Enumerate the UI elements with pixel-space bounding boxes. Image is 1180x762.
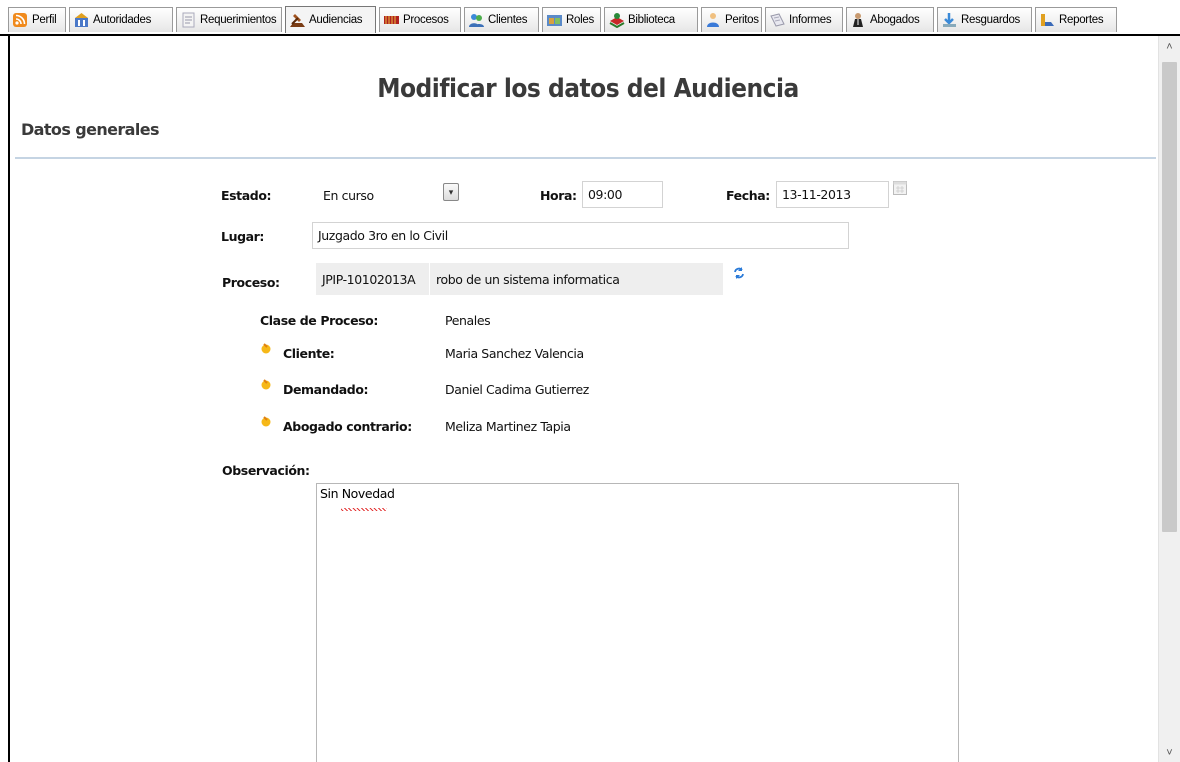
tab-informes[interactable]: Informes <box>765 7 843 32</box>
cliente-value: Maria Sanchez Valencia <box>445 346 584 361</box>
tab-audiencias[interactable]: Audiencias <box>285 6 376 33</box>
hammer-icon <box>289 12 306 28</box>
process-icon <box>383 12 400 28</box>
proceso-label: Proceso: <box>222 275 280 290</box>
rss-icon <box>12 12 29 28</box>
abogado-contrario-label: Abogado contrario: <box>283 419 412 434</box>
hora-input[interactable]: 09:00 <box>582 181 663 208</box>
tab-peritos[interactable]: Peritos <box>701 7 762 32</box>
estado-select[interactable]: En curso <box>323 188 448 214</box>
tab-requerimientos[interactable]: Requerimientos <box>176 7 282 32</box>
tab-roles[interactable]: Roles <box>542 7 601 32</box>
section-divider <box>15 157 1156 159</box>
hora-label: Hora: <box>540 188 577 203</box>
spellcheck-underline <box>341 508 387 511</box>
scroll-down-icon[interactable]: ˅ <box>1159 744 1180 762</box>
tab-clientes[interactable]: Clientes <box>464 7 539 32</box>
hand-bullet-icon <box>260 342 272 354</box>
proceso-description-field: robo de un sistema informatica <box>430 263 723 295</box>
roles-icon <box>546 12 563 28</box>
fecha-label: Fecha: <box>726 188 770 203</box>
scroll-up-icon[interactable]: ˄ <box>1159 38 1180 56</box>
tab-resguardos[interactable]: Resguardos <box>937 7 1032 32</box>
clients-icon <box>468 12 485 28</box>
tab-procesos[interactable]: Procesos <box>379 7 461 32</box>
demandado-label: Demandado: <box>283 382 369 397</box>
module-tab-bar: Perfil Autoridades Requerimientos Audien… <box>0 0 1180 36</box>
tab-abogados[interactable]: Abogados <box>846 7 934 32</box>
estado-label: Estado: <box>221 188 272 203</box>
lawyer-icon <box>850 12 867 28</box>
hand-bullet-icon <box>260 415 272 427</box>
lugar-input[interactable]: Juzgado 3ro en lo Civil <box>312 222 849 249</box>
tab-perfil[interactable]: Perfil <box>8 7 66 32</box>
tab-biblioteca[interactable]: Biblioteca <box>604 7 698 32</box>
estado-dropdown-arrow-icon[interactable]: ▾ <box>443 183 459 201</box>
clase-proceso-value: Penales <box>445 313 491 328</box>
clase-proceso-label: Clase de Proceso: <box>260 313 378 328</box>
observacion-label: Observación: <box>222 463 310 478</box>
tab-autoridades[interactable]: Autoridades <box>69 7 173 32</box>
cliente-label: Cliente: <box>283 346 335 361</box>
report-icon <box>769 12 786 28</box>
download-icon <box>941 12 958 28</box>
document-icon <box>180 12 197 28</box>
chart-icon <box>1039 12 1056 28</box>
expert-icon <box>705 12 722 28</box>
scrollbar-thumb[interactable] <box>1162 62 1177 532</box>
observacion-textarea[interactable]: Sin Novedad <box>316 483 959 762</box>
hand-bullet-icon <box>260 378 272 390</box>
proceso-code-field: JPIP-10102013A <box>316 263 429 295</box>
change-process-icon[interactable] <box>732 266 746 280</box>
vertical-scrollbar[interactable]: ˄ ˅ <box>1158 36 1180 762</box>
library-icon <box>608 12 625 29</box>
tab-reportes[interactable]: Reportes <box>1035 7 1117 32</box>
page-title: Modificar los datos del Audiencia <box>377 74 799 104</box>
estado-value: En curso <box>323 188 374 203</box>
demandado-value: Daniel Cadima Gutierrez <box>445 382 589 397</box>
section-title: Datos generales <box>21 120 160 139</box>
calendar-icon[interactable] <box>893 180 907 196</box>
authority-icon <box>73 12 90 28</box>
lugar-label: Lugar: <box>221 229 265 244</box>
fecha-input[interactable]: 13-11-2013 <box>776 181 889 208</box>
main-panel: Modificar los datos del Audiencia Datos … <box>8 36 1158 762</box>
abogado-contrario-value: Meliza Martinez Tapia <box>445 419 571 434</box>
